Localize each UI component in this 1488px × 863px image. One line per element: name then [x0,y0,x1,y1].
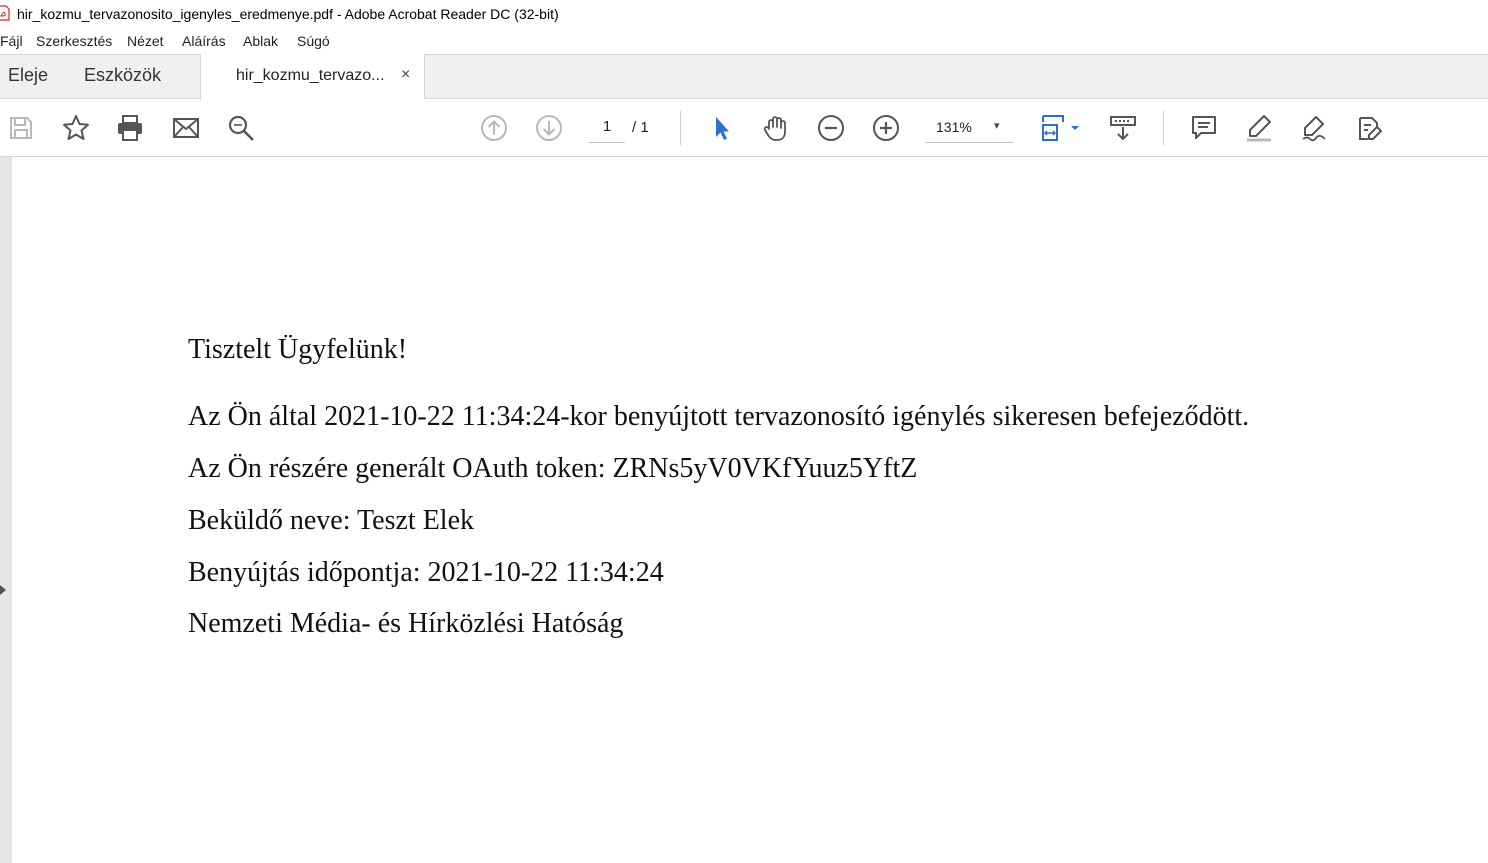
select-cursor-icon[interactable] [704,111,738,145]
hand-tool-icon[interactable] [759,111,793,145]
star-icon[interactable] [59,111,93,145]
menu-help[interactable]: Súgó [297,33,330,49]
tab-bar: Eleje Eszközök hir_kozmu_tervazo... × [0,54,1488,100]
menu-sign[interactable]: Aláírás [182,33,226,49]
fit-page-icon[interactable] [1036,111,1070,145]
zoom-value: 131% [936,119,972,135]
menu-window[interactable]: Ablak [243,33,278,49]
toolbar: 1 / 1 131% ▾ [0,99,1488,157]
page-count: / 1 [632,119,649,136]
title-bar: hir_kozmu_tervazonosito_igenyles_eredmen… [0,0,1488,30]
previous-page-icon[interactable] [477,111,511,145]
doc-line-authority: Nemzeti Média- és Hírközlési Hatóság [188,608,624,639]
sign-pen-icon[interactable] [1297,111,1331,145]
email-icon[interactable] [169,111,203,145]
print-icon[interactable] [113,111,147,145]
document-viewport[interactable]: Tisztelt Ügyfelünk! Az Ön által 2021-10-… [0,157,1488,863]
toolbar-divider [1163,111,1164,145]
fill-sign-icon[interactable] [1352,111,1386,145]
fit-page-dropdown-icon[interactable] [1066,111,1084,145]
menu-view[interactable]: Nézet [127,33,164,49]
window-title: hir_kozmu_tervazonosito_igenyles_eredmen… [17,6,559,22]
next-page-icon[interactable] [532,111,566,145]
tab-close-icon[interactable]: × [401,66,410,84]
zoom-in-icon[interactable] [869,111,903,145]
scroll-mode-icon[interactable] [1106,111,1140,145]
menu-file[interactable]: Fájl [0,33,23,49]
tab-home[interactable]: Eleje [8,65,48,86]
doc-line-date: Benyújtás időpontja: 2021-10-22 11:34:24 [188,557,664,588]
save-icon[interactable] [4,111,38,145]
doc-line-token: Az Ön részére generált OAuth token: ZRNs… [188,453,918,484]
doc-line-status: Az Ön által 2021-10-22 11:34:24-kor beny… [188,401,1250,432]
comment-icon[interactable] [1187,111,1221,145]
highlight-pen-icon[interactable] [1242,111,1276,145]
pdf-app-icon [0,5,10,21]
tab-document-label: hir_kozmu_tervazo... [236,67,385,84]
toolbar-divider [680,111,681,145]
tab-document[interactable]: hir_kozmu_tervazo... × [200,54,425,100]
zoom-select[interactable]: 131% ▾ [926,115,1013,143]
chevron-down-icon: ▾ [994,120,1000,132]
zoom-out-icon[interactable] [814,111,848,145]
search-icon[interactable] [224,111,258,145]
tab-tools[interactable]: Eszközök [84,65,161,86]
left-panel-strip [0,157,12,863]
menu-edit[interactable]: Szerkesztés [36,33,112,49]
expand-panel-icon[interactable] [0,585,6,595]
page-number-input[interactable]: 1 [589,115,625,143]
doc-greeting: Tisztelt Ügyfelünk! [188,334,408,365]
doc-line-sender: Beküldő neve: Teszt Elek [188,505,475,536]
menu-bar: Fájl Szerkesztés Nézet Aláírás Ablak Súg… [0,30,1488,54]
